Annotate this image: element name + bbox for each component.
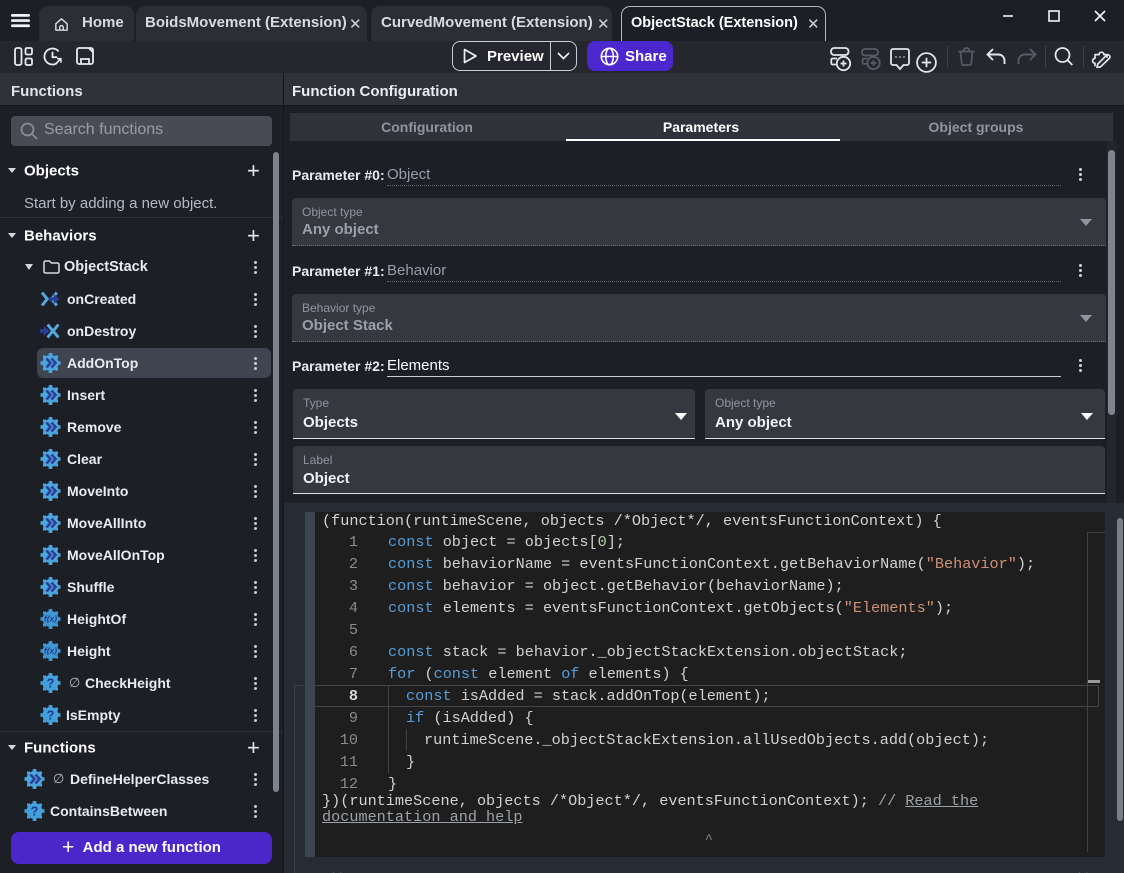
- svg-text:?: ?: [47, 676, 55, 691]
- svg-text:f(x): f(x): [44, 646, 57, 656]
- svg-text:f(x): f(x): [44, 614, 57, 624]
- svg-text:?: ?: [31, 804, 39, 819]
- svg-text:?: ?: [47, 708, 55, 723]
